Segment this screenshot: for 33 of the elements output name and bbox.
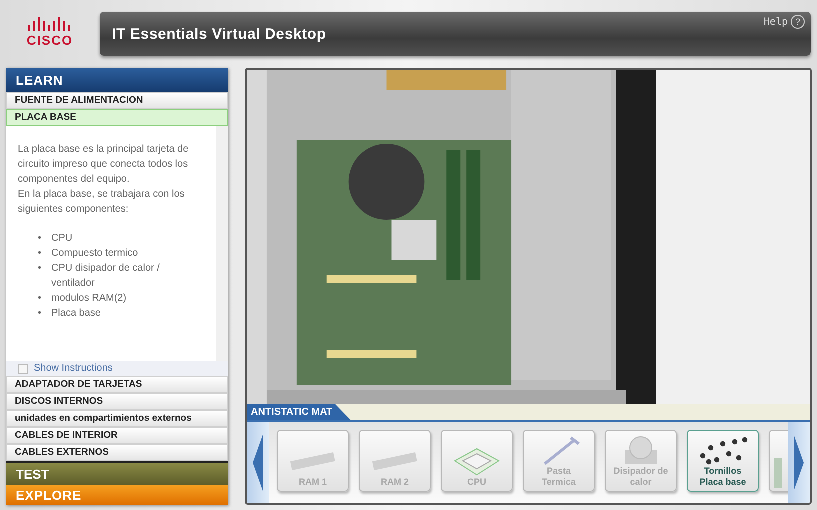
scroll-left-button[interactable] bbox=[247, 422, 269, 503]
expansion-card-icon bbox=[774, 458, 782, 488]
menu-item[interactable]: CABLES EXTERNOS bbox=[6, 444, 228, 461]
checkbox[interactable] bbox=[18, 364, 28, 374]
menu-item[interactable]: unidades en compartimientos externos bbox=[6, 410, 228, 427]
description-text: En la placa base, se trabajara con los siguientes componentes: bbox=[18, 188, 186, 217]
bullet: • bbox=[38, 292, 42, 306]
list-item: Compuesto termico bbox=[52, 247, 138, 261]
app-title: IT Essentials Virtual Desktop bbox=[112, 26, 326, 42]
bullet: • bbox=[38, 232, 42, 246]
description-text: La placa base es la principal tarjeta de circuito impreso que conecta todos los componentes del equipo. bbox=[18, 143, 190, 187]
logo: CISCO bbox=[26, 32, 74, 48]
list-item: Placa base bbox=[52, 307, 101, 321]
menu-item[interactable]: FUENTE DE ALIMENTACION bbox=[6, 92, 228, 109]
list-item: modulos RAM(2) bbox=[52, 292, 127, 306]
menu-item[interactable]: PLACA BASE bbox=[6, 109, 228, 126]
help-icon[interactable]: ? bbox=[791, 15, 805, 29]
left-arrow-icon bbox=[253, 434, 263, 490]
section-header[interactable]: LEARN bbox=[6, 68, 228, 92]
checkbox-label: Show Instructions bbox=[34, 363, 113, 374]
menu-item[interactable]: DISCOS INTERNOS bbox=[6, 393, 228, 410]
menu-item[interactable]: ADAPTADOR DE TARJETAS bbox=[6, 376, 228, 393]
scroll-right-button[interactable] bbox=[788, 422, 810, 503]
menu-item[interactable]: CABLES DE INTERIOR bbox=[6, 427, 228, 444]
help-link[interactable]: Help bbox=[764, 16, 788, 28]
component-tile[interactable]: Tornillos Placa base bbox=[687, 430, 759, 492]
bullet: • bbox=[38, 247, 42, 261]
right-arrow-icon bbox=[794, 434, 804, 490]
bullet: • bbox=[38, 307, 42, 321]
section-header[interactable]: TEST bbox=[6, 461, 228, 485]
bullet: • bbox=[38, 262, 42, 276]
list-item: CPU bbox=[52, 232, 73, 246]
mat-label: ANTISTATIC MAT bbox=[247, 404, 351, 420]
